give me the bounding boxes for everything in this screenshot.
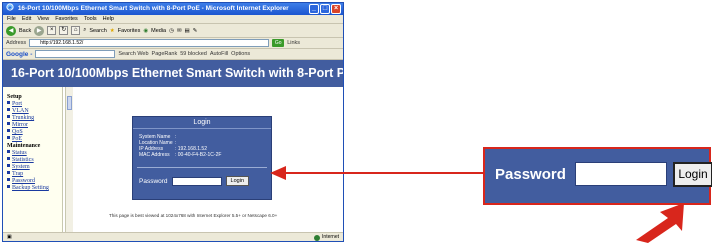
address-input[interactable]: http://192.168.1.52/	[29, 39, 270, 47]
info-key: MAC Address	[139, 152, 170, 158]
window-title: 16-Port 10/100Mbps Ethernet Smart Switch…	[17, 5, 289, 12]
go-button[interactable]: Go	[272, 39, 285, 47]
sidebar-item-backup-setting[interactable]: Backup Setting	[3, 185, 62, 192]
toolbar: ◀ Back ▶ × ↻ ⌂ ⌕ Search ★ Favorites ◉ Me…	[3, 24, 343, 38]
media-icon[interactable]: ◉	[143, 28, 148, 34]
password-row: Password Login	[139, 176, 250, 186]
search-label[interactable]: Search	[89, 28, 106, 34]
google-search-web[interactable]: Search Web	[118, 51, 148, 57]
sidebar-item-trap[interactable]: Trap	[3, 171, 62, 178]
google-logo[interactable]: Google -	[6, 51, 32, 58]
edit-icon[interactable]: ✎	[193, 28, 198, 34]
sidebar-heading-setup: Setup	[7, 94, 22, 100]
sidebar-heading-maintenance: Maintenance	[7, 143, 41, 149]
history-icon[interactable]: ◷	[169, 28, 174, 34]
menu-view[interactable]: View	[37, 15, 49, 23]
search-icon[interactable]: ⌕	[83, 27, 86, 34]
sidebar-item-poe[interactable]: PoE	[3, 136, 62, 143]
web-page: 16-Port 10/100Mbps Ethernet Smart Switch…	[3, 60, 343, 232]
google-pagerank[interactable]: PageRank	[152, 51, 178, 57]
status-bar: ▣ Internet	[3, 232, 343, 241]
security-zone: Internet	[314, 233, 339, 242]
home-icon[interactable]: ⌂	[71, 26, 81, 35]
menu-edit[interactable]: Edit	[22, 15, 31, 23]
pointer-arrow-icon	[636, 203, 684, 243]
print-icon[interactable]: ▤	[185, 28, 190, 34]
login-title: Login	[133, 117, 271, 129]
zone-label: Internet	[322, 234, 339, 240]
page-banner: 16-Port 10/100Mbps Ethernet Smart Switch…	[3, 60, 343, 87]
sidebar-item-system[interactable]: System	[3, 164, 62, 171]
info-value: : 00-40-F4-B2-1C-2F	[175, 152, 222, 158]
favorites-icon[interactable]: ★	[110, 28, 115, 34]
back-icon[interactable]: ◀	[6, 25, 16, 36]
maximize-button[interactable]: □	[320, 4, 330, 14]
sidebar-item-status[interactable]: Status	[3, 150, 62, 157]
mail-icon[interactable]: ✉	[177, 28, 182, 34]
sidebar-item-mirror[interactable]: Mirror	[3, 122, 62, 129]
browser-window: e 16-Port 10/100Mbps Ethernet Smart Swit…	[2, 2, 344, 242]
scrollbar-thumb[interactable]	[67, 96, 72, 110]
zoomed-login-detail: Password Login	[483, 147, 712, 205]
system-info: System Name: Location Name: IP Address: …	[133, 129, 271, 158]
info-row: MAC Address : 00-40-F4-B2-1C-2F	[139, 152, 271, 158]
sidebar-item-statistics[interactable]: Statistics	[3, 157, 62, 164]
menu-help[interactable]: Help	[103, 15, 114, 23]
title-bar[interactable]: e 16-Port 10/100Mbps Ethernet Smart Swit…	[3, 3, 343, 15]
zoom-password-label: Password	[495, 166, 566, 183]
google-autofill[interactable]: AutoFill	[210, 51, 228, 57]
content-area: Login System Name: Location Name: IP Add…	[74, 87, 343, 232]
divider	[137, 167, 267, 168]
address-bar: Address http://192.168.1.52/ Go Links	[3, 38, 343, 49]
media-label[interactable]: Media	[151, 28, 166, 34]
password-label: Password	[139, 177, 168, 185]
refresh-icon[interactable]: ↻	[59, 26, 69, 35]
zoom-login-button[interactable]: Login	[673, 162, 712, 187]
zoom-password-input[interactable]	[575, 162, 667, 186]
back-label[interactable]: Back	[19, 28, 31, 34]
minimize-button[interactable]: _	[309, 4, 319, 14]
menu-bar: File Edit View Favorites Tools Help	[3, 15, 343, 24]
sidebar-scrollbar[interactable]	[65, 87, 73, 232]
page-icon: ▣	[7, 234, 12, 240]
svg-text:e: e	[8, 5, 11, 11]
login-button[interactable]: Login	[225, 176, 250, 186]
sidebar: Setup Port VLAN Trunking Mirror QoS PoE …	[3, 87, 63, 232]
stage: e 16-Port 10/100Mbps Ethernet Smart Swit…	[0, 0, 712, 244]
password-input[interactable]	[171, 176, 222, 186]
menu-favorites[interactable]: Favorites	[55, 15, 78, 23]
best-viewed-note: This page is best viewed at 1024x768 wit…	[109, 213, 278, 218]
ie-icon: e	[6, 3, 14, 11]
menu-tools[interactable]: Tools	[84, 15, 97, 23]
sidebar-item-port[interactable]: Port	[3, 101, 62, 108]
forward-icon[interactable]: ▶	[34, 25, 45, 36]
sidebar-item-qos[interactable]: QoS	[3, 129, 62, 136]
google-toolbar: Google - Search Web PageRank 59 blocked …	[3, 49, 343, 60]
google-search-input[interactable]	[35, 50, 116, 58]
login-panel: Login System Name: Location Name: IP Add…	[132, 116, 272, 200]
google-blocked[interactable]: 59 blocked	[180, 51, 207, 57]
favorites-label[interactable]: Favorites	[118, 28, 141, 34]
close-button[interactable]: ×	[331, 4, 341, 14]
links-label[interactable]: Links	[287, 40, 300, 46]
sidebar-item-vlan[interactable]: VLAN	[3, 108, 62, 115]
stop-icon[interactable]: ×	[47, 26, 57, 35]
address-label: Address	[6, 40, 27, 46]
sidebar-item-password[interactable]: Password	[3, 178, 62, 185]
menu-file[interactable]: File	[7, 15, 16, 23]
sidebar-item-trunking[interactable]: Trunking	[3, 115, 62, 122]
google-options[interactable]: Options	[231, 51, 250, 57]
globe-icon	[314, 234, 321, 241]
